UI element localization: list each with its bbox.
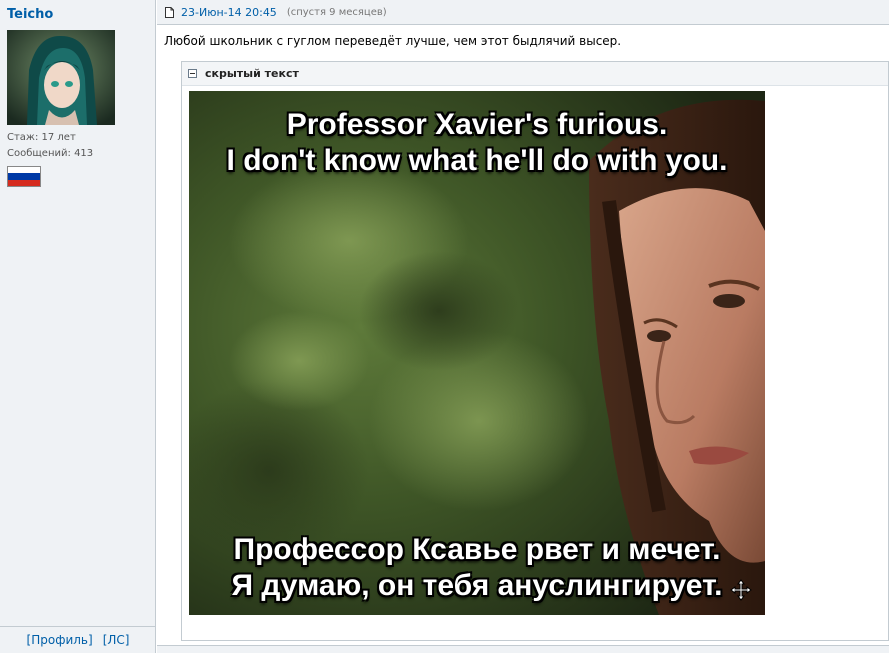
messages-value: 413 — [74, 148, 94, 159]
post-date-link[interactable]: 23-Июн-14 20:45 — [181, 6, 277, 19]
profile-link[interactable]: [Профиль] — [27, 633, 93, 647]
post-late-note: (спустя 9 месяцев) — [286, 6, 387, 18]
author-stage: Стаж: 17 лет — [7, 132, 76, 143]
author-messages: Сообщений: 413 — [7, 148, 93, 159]
spoiler-header[interactable]: скрытый текст — [182, 62, 888, 86]
post-header: 23-Июн-14 20:45 (спустя 9 месяцев) — [157, 0, 889, 25]
country-flag-icon — [7, 166, 41, 187]
collapse-icon[interactable] — [188, 69, 197, 78]
messages-label: Сообщений: — [7, 148, 71, 159]
caption-bottom-line-1: Профессор Ксавье рвет и мечет. — [233, 533, 721, 566]
spoiler-title[interactable]: скрытый текст — [205, 67, 299, 80]
forum-post: Teicho Стаж: 17 лет Сообщений: 413 [Проф… — [0, 0, 889, 653]
caption-top-line-2: I don't know what he'll do with you. — [226, 144, 728, 177]
meme-caption-bottom: Профессор Ксавье рвет и мечет. Я думаю, … — [189, 532, 765, 604]
meme-image: Professor Xavier's furious. I don't know… — [189, 91, 765, 615]
spoiler-block: скрытый текст Professor Xavier's furious… — [181, 61, 889, 641]
flag-stripe-red — [8, 179, 40, 186]
author-panel: Teicho Стаж: 17 лет Сообщений: 413 [Проф… — [0, 0, 156, 653]
author-nick[interactable]: Teicho — [7, 7, 53, 22]
stage-value: 17 лет — [41, 132, 76, 143]
caption-bottom-line-2: Я думаю, он тебя ануслингирует. — [231, 569, 723, 602]
post-link-icon[interactable] — [165, 6, 174, 18]
post-footer-bar — [157, 645, 889, 653]
move-cursor-icon — [730, 579, 752, 601]
author-links: [Профиль] [ЛС] — [0, 626, 156, 653]
avatar — [7, 30, 115, 125]
post-text: Любой школьник с гуглом переведёт лучше,… — [164, 34, 622, 48]
meme-caption-top: Professor Xavier's furious. I don't know… — [189, 107, 765, 179]
stage-label: Стаж: — [7, 132, 39, 143]
private-message-link[interactable]: [ЛС] — [103, 633, 130, 647]
caption-top-line-1: Professor Xavier's furious. — [286, 108, 668, 141]
